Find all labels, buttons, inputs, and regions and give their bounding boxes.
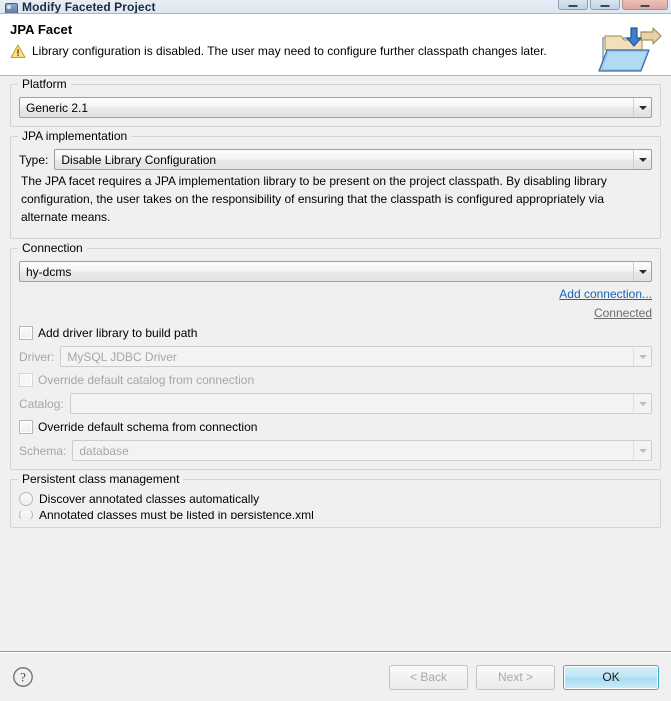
catalog-row: Catalog: <box>19 393 652 414</box>
next-button[interactable]: Next > <box>476 665 555 690</box>
chevron-down-icon[interactable] <box>633 150 651 169</box>
add-driver-label: Add driver library to build path <box>38 326 197 340</box>
connection-status-link[interactable]: Connected <box>594 306 652 320</box>
catalog-combo <box>70 393 652 414</box>
list-classes-radio-row[interactable]: Annotated classes must be listed in pers… <box>19 511 652 519</box>
type-value: Disable Library Configuration <box>61 153 633 167</box>
dialog-header: JPA Facet Library configuration is disab… <box>0 14 671 76</box>
discover-classes-label: Discover annotated classes automatically <box>39 492 259 506</box>
platform-legend: Platform <box>18 77 71 91</box>
warning-triangle-icon <box>10 44 26 59</box>
chevron-down-icon <box>633 347 651 366</box>
driver-value: MySQL JDBC Driver <box>67 350 633 364</box>
faceted-project-folder-icon <box>597 26 663 74</box>
connection-status-row: Connected <box>19 306 652 320</box>
override-schema-label: Override default schema from connection <box>38 420 257 434</box>
driver-row: Driver: MySQL JDBC Driver <box>19 346 652 367</box>
driver-label: Driver: <box>19 350 54 364</box>
dialog-content: Platform Generic 2.1 JPA implementation … <box>0 76 671 651</box>
type-combo[interactable]: Disable Library Configuration <box>54 149 652 170</box>
platform-group: Platform Generic 2.1 <box>10 84 661 127</box>
jpa-implementation-legend: JPA implementation <box>18 129 131 143</box>
discover-classes-radio[interactable] <box>19 492 33 506</box>
connection-row: hy-dcms <box>19 261 652 282</box>
connection-combo[interactable]: hy-dcms <box>19 261 652 282</box>
override-schema-checkbox[interactable] <box>19 420 33 434</box>
schema-value: database <box>79 444 633 458</box>
add-driver-checkbox-row[interactable]: Add driver library to build path <box>19 326 652 340</box>
override-catalog-checkbox-row: Override default catalog from connection <box>19 373 652 387</box>
override-catalog-label: Override default catalog from connection <box>38 373 254 387</box>
override-catalog-checkbox <box>19 373 33 387</box>
title-bar: Modify Faceted Project <box>0 0 671 14</box>
connection-group: Connection hy-dcms Add connection... Con… <box>10 248 661 470</box>
schema-row: Schema: database <box>19 440 652 461</box>
jpa-implementation-group: JPA implementation Type: Disable Library… <box>10 136 661 239</box>
driver-combo: MySQL JDBC Driver <box>60 346 652 367</box>
add-connection-row: Add connection... <box>19 287 652 301</box>
connection-value: hy-dcms <box>26 265 633 279</box>
help-question-icon[interactable]: ? <box>12 666 34 688</box>
platform-combo[interactable]: Generic 2.1 <box>19 97 652 118</box>
platform-row: Generic 2.1 <box>19 97 652 118</box>
discover-classes-radio-row[interactable]: Discover annotated classes automatically <box>19 492 652 506</box>
override-schema-checkbox-row[interactable]: Override default schema from connection <box>19 420 652 434</box>
persistent-class-management-legend: Persistent class management <box>18 472 183 486</box>
minimize-button[interactable] <box>558 0 588 10</box>
list-classes-radio[interactable] <box>19 511 33 519</box>
type-label: Type: <box>19 153 48 167</box>
window-title: Modify Faceted Project <box>22 1 156 13</box>
schema-combo: database <box>72 440 652 461</box>
ok-button[interactable]: OK <box>563 665 659 690</box>
jpa-implementation-description: The JPA facet requires a JPA implementat… <box>19 170 652 230</box>
window-controls <box>558 0 668 10</box>
add-driver-checkbox[interactable] <box>19 326 33 340</box>
type-row: Type: Disable Library Configuration <box>19 149 652 170</box>
page-title: JPA Facet <box>10 22 661 37</box>
chevron-down-icon[interactable] <box>633 262 651 281</box>
chevron-down-icon <box>633 441 651 460</box>
close-button[interactable] <box>622 0 668 10</box>
modify-faceted-project-dialog: Modify Faceted Project JPA Facet Library… <box>0 0 671 701</box>
persistent-class-management-group: Persistent class management Discover ann… <box>10 479 661 528</box>
catalog-label: Catalog: <box>19 397 64 411</box>
back-button[interactable]: < Back <box>389 665 468 690</box>
svg-text:?: ? <box>20 670 26 685</box>
header-message: Library configuration is disabled. The u… <box>10 44 661 59</box>
header-message-text: Library configuration is disabled. The u… <box>32 44 547 59</box>
list-classes-label: Annotated classes must be listed in pers… <box>39 511 314 519</box>
chevron-down-icon[interactable] <box>633 98 651 117</box>
platform-value: Generic 2.1 <box>26 101 633 115</box>
dialog-button-bar: ? < Back Next > OK <box>0 653 671 701</box>
schema-label: Schema: <box>19 444 66 458</box>
connection-legend: Connection <box>18 241 87 255</box>
maximize-button[interactable] <box>590 0 620 10</box>
add-connection-link[interactable]: Add connection... <box>559 287 652 301</box>
application-icon <box>4 1 18 13</box>
chevron-down-icon <box>633 394 651 413</box>
